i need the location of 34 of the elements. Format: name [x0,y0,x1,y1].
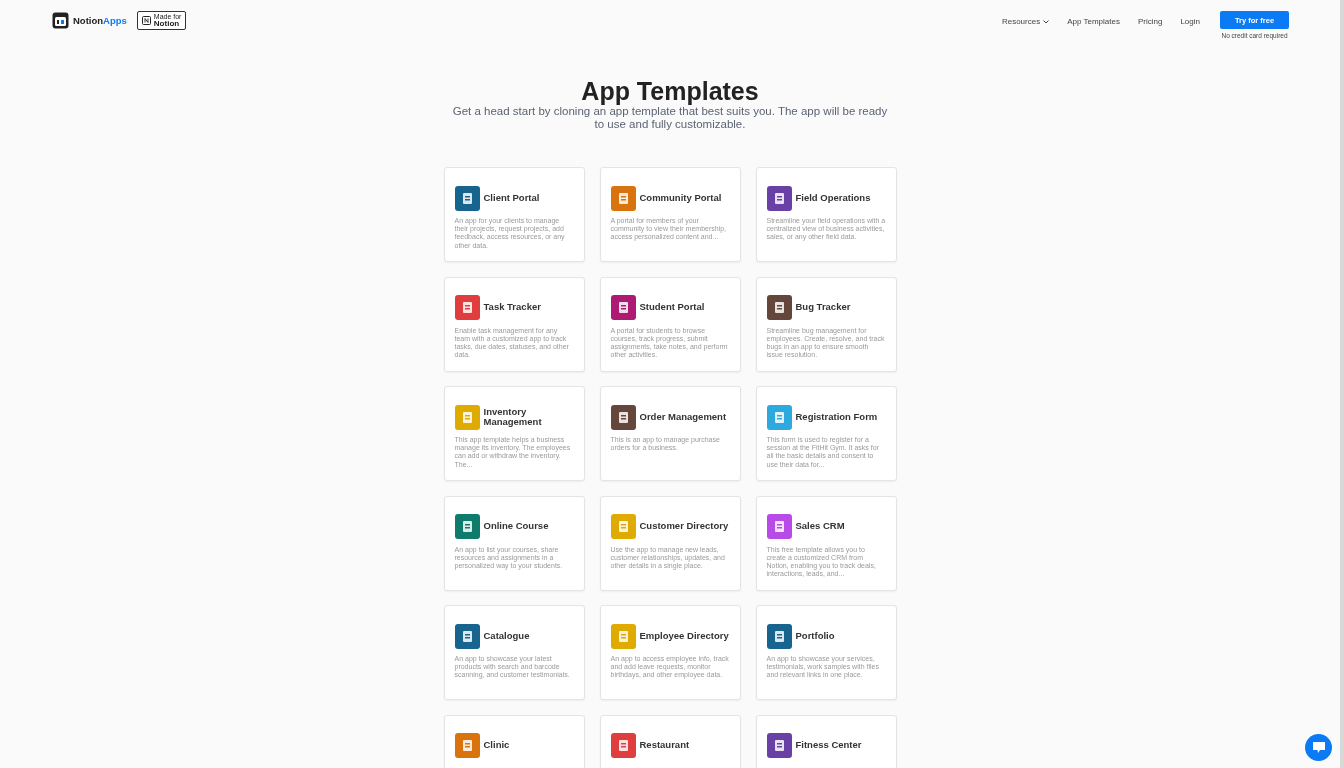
template-title: Field Operations [795,192,871,204]
template-title: Registration Form [795,411,878,423]
chat-bubble-icon [1312,742,1325,753]
badge-title: Notion [153,20,181,28]
template-card[interactable]: Fitness Center [755,714,897,768]
template-title: Portfolio [795,630,835,642]
nav-link[interactable]: Resources [1001,17,1050,26]
template-title: Community Portal [639,192,722,204]
template-title: Task Tracker [483,302,541,313]
page-title: App Templates [581,77,759,105]
template-title: Inventory Management [483,406,543,428]
template-title: Clinic [483,740,510,751]
template-title: Online Course [483,521,549,532]
notion-logo-icon [141,16,151,25]
chat-button[interactable] [1305,734,1332,761]
page-subtitle: Get a head start by cloning an app template that best suits you. The app will be ready to use and fully customizable. [452,105,888,131]
template-title: Employee Directory [639,630,729,642]
template-title: Student Portal [639,302,705,313]
template-card[interactable]: Restaurant [599,714,741,768]
template-title: Catalogue [483,630,530,642]
template-title: Restaurant [639,740,690,751]
template-title: Sales CRM [795,521,845,532]
brand-name[interactable]: Notion [73,15,104,26]
template-title: Customer Directory [639,521,729,532]
template-card[interactable]: Clinic [443,714,585,768]
template-title: Fitness Center [795,740,862,751]
logo-icon [52,12,69,29]
brand-name-accent[interactable]: Apps [103,15,127,26]
nav-link[interactable]: Login [1180,17,1200,26]
template-title: Order Management [639,411,727,423]
template-title: Bug Tracker [795,302,851,313]
template-title: Client Portal [483,192,540,204]
nav-link[interactable]: App Templates [1067,17,1120,26]
nav-link[interactable]: Pricing [1137,17,1163,26]
